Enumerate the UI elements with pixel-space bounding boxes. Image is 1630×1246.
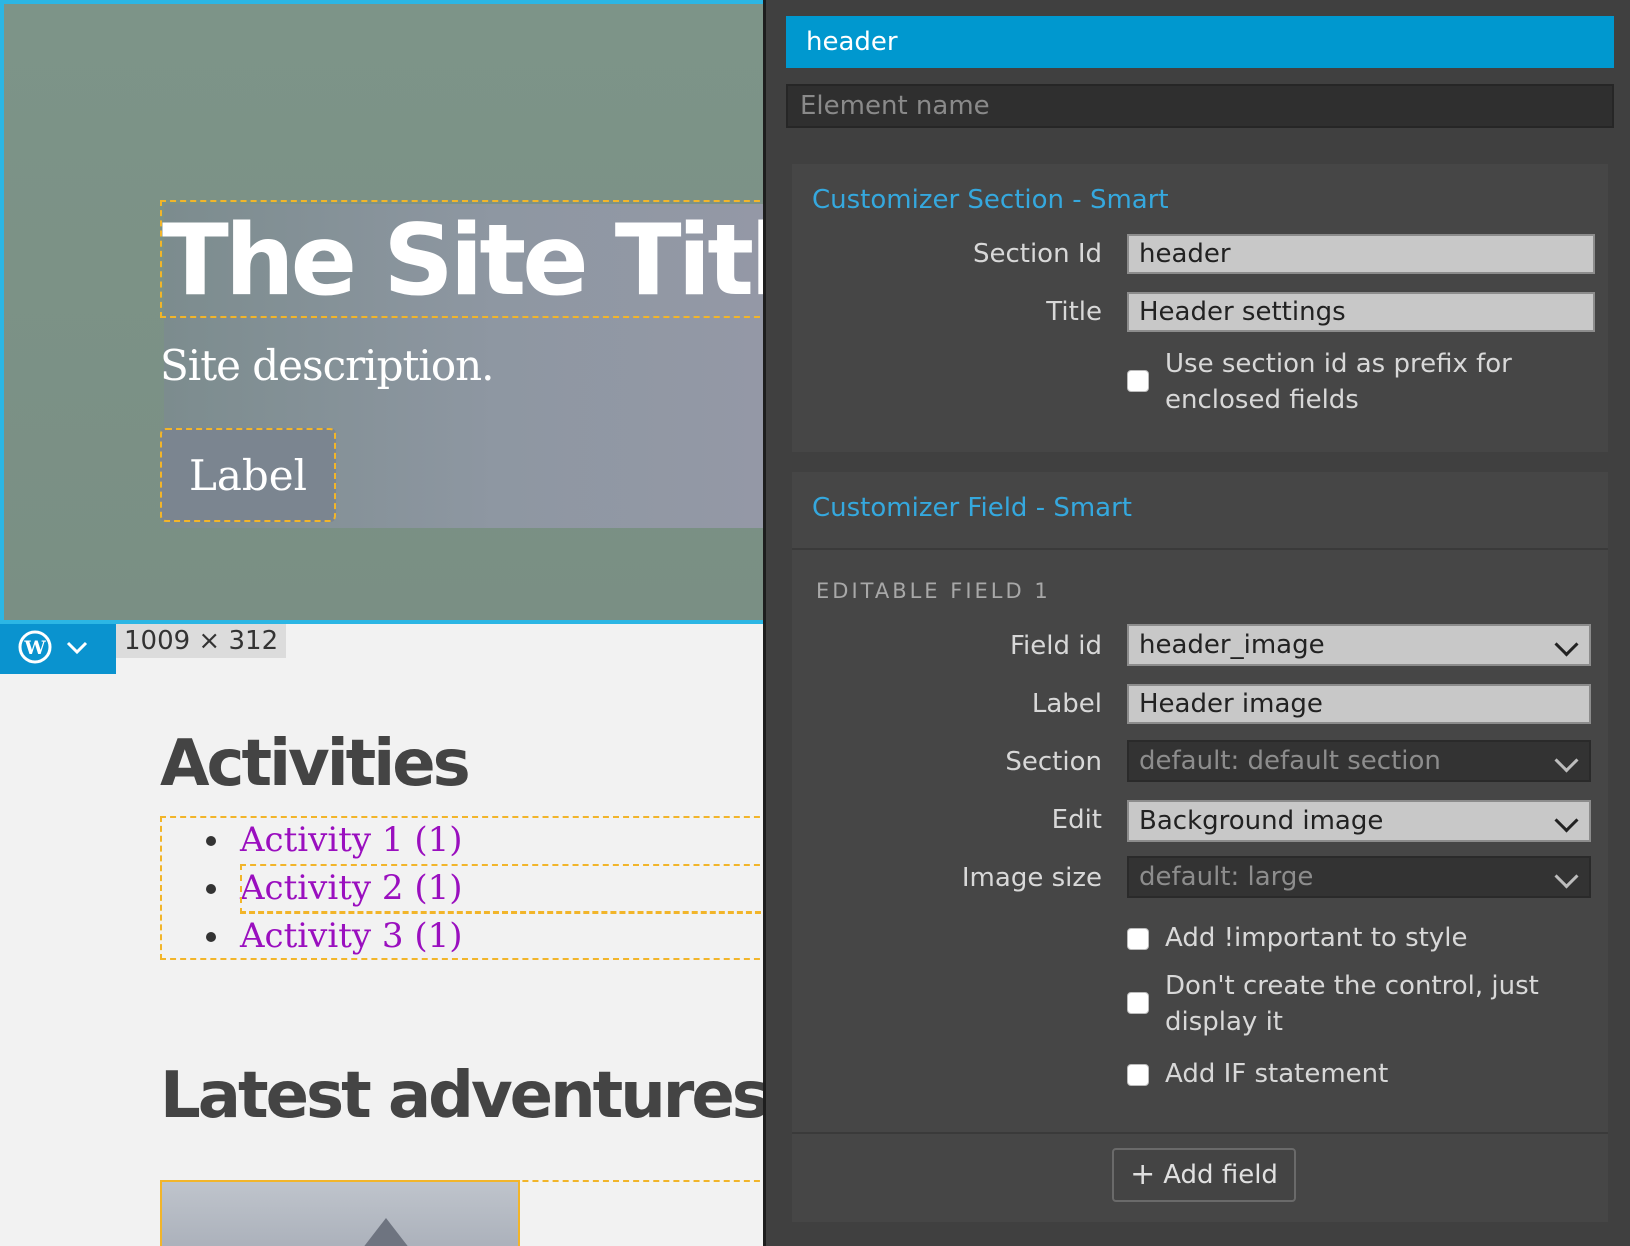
title-label: Title	[1046, 297, 1102, 327]
field-id-value: header_image	[1139, 630, 1325, 660]
activity-link[interactable]: Activity 3 (1)	[240, 916, 463, 956]
divider	[792, 1132, 1608, 1134]
wp-edit-toolbar[interactable]: W	[0, 624, 116, 674]
inspector-panel: header Customizer Section - Smart Sectio…	[766, 0, 1630, 1246]
customizer-field-card: Customizer Field - Smart EDITABLE FIELD …	[792, 472, 1608, 1222]
if-statement-checkbox-label: Add IF statement	[1165, 1059, 1389, 1089]
chevron-down-icon	[1554, 748, 1579, 773]
hero-label-button[interactable]: Label	[160, 428, 336, 522]
plus-icon: +	[1130, 1157, 1156, 1192]
bullet-icon	[206, 884, 216, 894]
label-label: Label	[1031, 689, 1102, 719]
label-input[interactable]: Header image	[1127, 684, 1591, 724]
edit-label: Edit	[1051, 805, 1102, 835]
list-item[interactable]: Activity 1 (1)	[196, 816, 463, 864]
activity-link[interactable]: Activity 1 (1)	[240, 820, 463, 860]
add-field-button[interactable]: + Add field	[1112, 1148, 1296, 1202]
editable-field-heading: EDITABLE FIELD 1	[816, 579, 1051, 603]
site-title[interactable]: The Site Title	[162, 206, 765, 316]
bullet-icon	[206, 932, 216, 942]
section-value: default: default section	[1139, 746, 1441, 776]
card-title: Customizer Section - Smart	[812, 185, 1169, 215]
field-id-select[interactable]: header_image	[1127, 624, 1591, 666]
site-description[interactable]: Site description.	[160, 336, 494, 396]
important-checkbox-label: Add !important to style	[1165, 923, 1468, 953]
image-size-label: Image size	[961, 863, 1102, 893]
adventure-thumbnail-image[interactable]	[160, 1180, 520, 1246]
latest-adventures-heading[interactable]: Latest adventures	[160, 1054, 765, 1138]
section-id-label: Section Id	[972, 239, 1102, 269]
title-input[interactable]: Header settings	[1127, 292, 1595, 332]
no-control-checkbox[interactable]	[1127, 992, 1149, 1014]
section-label: Section	[1005, 747, 1102, 777]
customizer-section-card: Customizer Section - Smart Section Id he…	[792, 164, 1608, 452]
prefix-checkbox[interactable]	[1127, 370, 1149, 392]
no-control-checkbox-label: Don't create the control, just display i…	[1165, 971, 1539, 1037]
edit-value: Background image	[1139, 806, 1384, 836]
chevron-down-icon	[1554, 632, 1579, 657]
mountain-peak-image	[352, 1218, 420, 1246]
section-select[interactable]: default: default section	[1127, 740, 1591, 782]
add-field-label: Add field	[1163, 1160, 1278, 1190]
chevron-down-icon	[1554, 864, 1579, 889]
selected-element-header[interactable]: header	[786, 16, 1614, 68]
activity-item-selection-outline	[240, 864, 765, 914]
bullet-icon	[206, 836, 216, 846]
page-preview: The Site Title Site description. Label W…	[0, 0, 765, 1246]
edit-select[interactable]: Background image	[1127, 800, 1591, 842]
section-id-input[interactable]: header	[1127, 234, 1595, 274]
card-title: Customizer Field - Smart	[812, 493, 1132, 523]
list-item[interactable]: Activity 3 (1)	[196, 912, 463, 960]
element-dimensions-badge: 1009 × 312	[116, 624, 287, 658]
element-name-input[interactable]	[786, 84, 1614, 128]
important-checkbox[interactable]	[1127, 928, 1149, 950]
activities-heading[interactable]: Activities	[160, 722, 471, 806]
chevron-down-icon[interactable]	[64, 634, 90, 664]
prefix-checkbox-label: Use section id as prefix for enclosed fi…	[1165, 349, 1512, 415]
svg-text:W: W	[23, 637, 46, 659]
if-statement-checkbox[interactable]	[1127, 1064, 1149, 1086]
divider	[792, 548, 1608, 550]
wordpress-logo-icon[interactable]: W	[18, 630, 52, 668]
image-size-value: default: large	[1139, 862, 1314, 892]
image-size-select[interactable]: default: large	[1127, 856, 1591, 898]
field-id-label: Field id	[1009, 631, 1102, 661]
chevron-down-icon	[1554, 808, 1579, 833]
